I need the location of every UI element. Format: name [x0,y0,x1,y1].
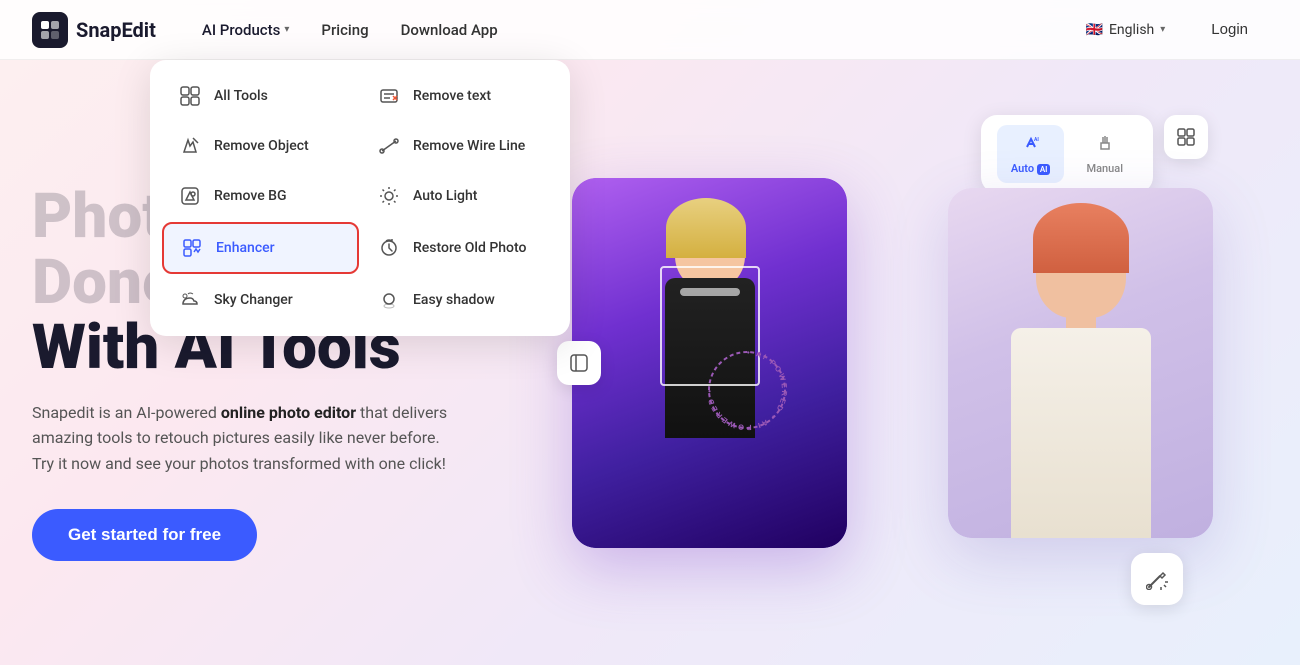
menu-label: Auto Light [413,188,477,204]
lang-chevron-icon: ▾ [1160,24,1165,35]
menu-item-all-tools[interactable]: All Tools [162,72,359,120]
expand-button[interactable] [1164,115,1208,159]
logo[interactable]: SnapEdit [32,12,156,48]
nav-right: 🇬🇧 English ▾ Login [1076,13,1268,46]
sidebar-panel-button[interactable] [557,341,601,385]
menu-item-remove-bg[interactable]: Remove BG [162,172,359,220]
auto-label: Auto AI [1011,162,1051,175]
hero-images: AI Auto AI Manual [532,60,1268,665]
remove-object-icon [176,132,204,160]
menu-item-enhancer[interactable]: Enhancer [162,222,359,274]
remove-wire-icon [375,132,403,160]
menu-item-auto-light[interactable]: Auto Light [361,172,558,220]
menu-label: Enhancer [216,240,275,256]
menu-item-remove-wire[interactable]: Remove Wire Line [361,122,558,170]
language-selector[interactable]: 🇬🇧 English ▾ [1076,16,1176,44]
nav-links: AI Products ▾ Pricing Download App [188,13,1076,47]
auto-light-icon [375,182,403,210]
nav-ai-products-label: AI Products [202,21,280,39]
manual-button[interactable]: Manual [1072,125,1137,183]
menu-label: Restore Old Photo [413,240,526,256]
menu-item-easy-shadow[interactable]: Easy shadow [361,276,558,324]
menu-label: Remove Object [214,138,309,154]
title-blurred-do: Do [32,246,107,319]
nav-download-label: Download App [401,21,498,39]
nav-pricing[interactable]: Pricing [307,13,382,47]
chevron-down-icon: ▾ [284,24,289,35]
easy-shadow-icon [375,286,403,314]
svg-text:• AI POWERED • AI POWERED •: • AI POWERED • AI POWERED • [705,347,789,431]
all-tools-icon [176,82,204,110]
nav-download[interactable]: Download App [387,13,512,47]
flag-icon: 🇬🇧 [1086,22,1103,38]
cta-button[interactable]: Get started for free [32,509,257,561]
remove-bg-icon [176,182,204,210]
auto-button[interactable]: AI Auto AI [997,125,1065,183]
sky-changer-icon [176,286,204,314]
menu-item-remove-text[interactable]: Remove text [361,72,558,120]
menu-label: Easy shadow [413,292,495,308]
menu-label: Remove BG [214,188,287,204]
manual-icon [1095,133,1115,158]
login-button[interactable]: Login [1191,13,1268,46]
magic-brush-button[interactable] [1131,553,1183,605]
menu-label: All Tools [214,88,268,104]
menu-label: Remove text [413,88,491,104]
right-image-card [948,188,1213,538]
ai-products-dropdown: All Tools Remove text Remove Object [150,60,570,336]
menu-label: Sky Changer [214,292,293,308]
remove-text-icon [375,82,403,110]
brand-name: SnapEdit [76,18,156,42]
enhancer-icon [178,234,206,262]
svg-text:AI: AI [1034,137,1039,143]
menu-item-remove-object[interactable]: Remove Object [162,122,359,170]
nav-ai-products[interactable]: AI Products ▾ [188,13,304,47]
right-woman-silhouette [948,188,1213,538]
logo-icon [32,12,68,48]
menu-label: Remove Wire Line [413,138,525,154]
menu-item-restore-photo[interactable]: Restore Old Photo [361,222,558,274]
hero-description: Snapedit is an AI-powered online photo e… [32,400,452,477]
language-label: English [1109,22,1154,38]
menu-item-sky-changer[interactable]: Sky Changer [162,276,359,324]
auto-ai-icon: AI [1021,133,1041,158]
manual-label: Manual [1086,162,1123,175]
auto-manual-card: AI Auto AI Manual [981,115,1153,193]
restore-photo-icon [375,234,403,262]
nav-pricing-label: Pricing [321,21,368,39]
title-blurred-ph: Ph [32,180,107,253]
navbar: SnapEdit AI Products ▾ Pricing Download … [0,0,1300,60]
ai-powered-badge: • AI POWERED • AI POWERED • [702,345,792,435]
